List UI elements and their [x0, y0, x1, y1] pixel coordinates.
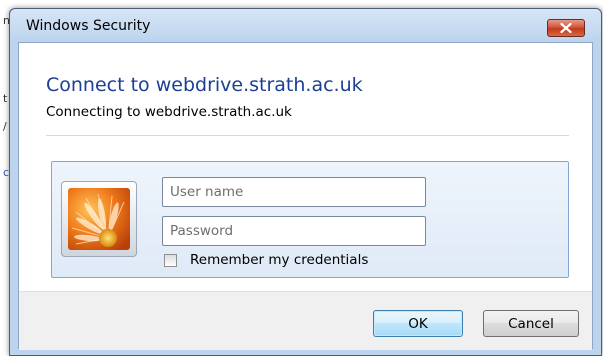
close-button[interactable]	[547, 19, 585, 37]
credential-tile: User name Password Remember my credentia…	[51, 161, 569, 278]
remember-credentials-checkbox[interactable]	[164, 253, 177, 267]
cancel-button[interactable]: Cancel	[483, 310, 579, 337]
remember-credentials-label[interactable]: Remember my credentials	[190, 252, 368, 268]
window-title: Windows Security	[26, 18, 151, 34]
screen: n t / c Windows Security Connect to webd…	[0, 0, 603, 356]
ok-button[interactable]: OK	[373, 310, 463, 337]
user-tile-flower-icon	[68, 188, 130, 250]
dialog-body: Connect to webdrive.strath.ac.uk Connect…	[18, 42, 593, 350]
dialog-subheading: Connecting to webdrive.strath.ac.uk	[46, 104, 292, 120]
background-text-fragment: /	[3, 120, 7, 133]
password-field[interactable]: Password	[162, 216, 426, 246]
remember-credentials-option[interactable]: Remember my credentials	[164, 252, 368, 268]
dialog-heading: Connect to webdrive.strath.ac.uk	[46, 74, 363, 96]
username-field[interactable]: User name	[162, 177, 426, 207]
button-bar: OK Cancel	[19, 291, 592, 350]
separator	[46, 135, 569, 136]
close-icon	[560, 23, 572, 33]
background-text-fragment: t	[3, 92, 8, 105]
windows-security-dialog: Windows Security Connect to webdrive.str…	[9, 8, 602, 356]
user-tile	[61, 181, 137, 257]
title-bar[interactable]: Windows Security	[10, 9, 601, 43]
